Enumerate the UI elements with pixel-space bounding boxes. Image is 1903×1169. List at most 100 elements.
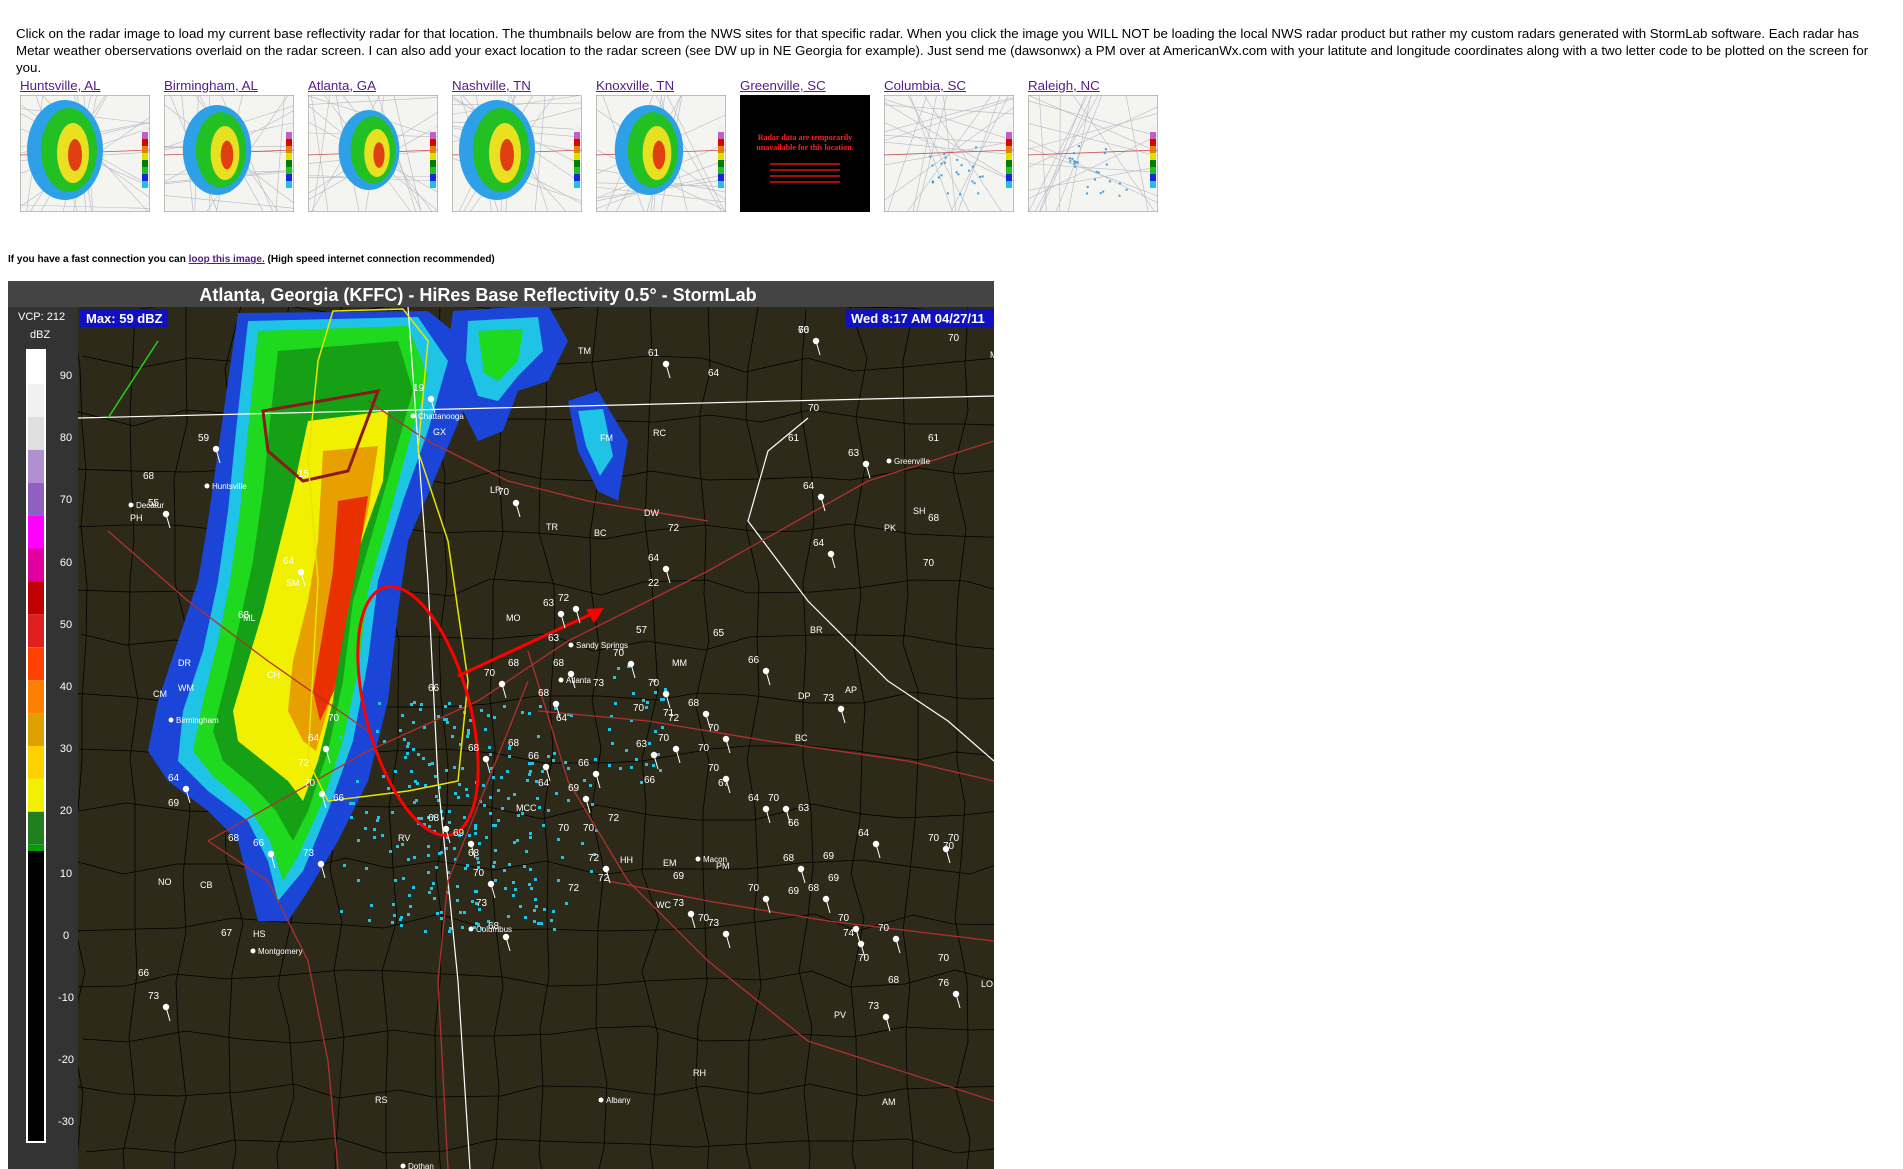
- echo-speck: [514, 888, 517, 891]
- echo-speck: [614, 702, 617, 705]
- echo-speck: [492, 776, 495, 779]
- echo-speck: [553, 752, 556, 755]
- thumbnail-link[interactable]: Columbia, SC: [884, 78, 1015, 93]
- thumbnail-link[interactable]: Raleigh, NC: [1028, 78, 1159, 93]
- thumbnail-radar-image[interactable]: [452, 95, 582, 212]
- city-label: Albany: [606, 1096, 630, 1105]
- metar-value: 70: [798, 325, 810, 336]
- thumbnail-echo-speck: [1109, 180, 1111, 182]
- scale-tick-label: 90: [60, 370, 72, 382]
- thumbnail-radar-image[interactable]: [20, 95, 150, 212]
- thumbnail-scale-swatch: [286, 132, 292, 139]
- thumbnail-scale-swatch: [718, 125, 724, 132]
- thumbnail-echo-speck: [929, 156, 931, 158]
- echo-speck: [381, 834, 384, 837]
- thumbnail-radar-image[interactable]: [308, 95, 438, 212]
- main-radar-image[interactable]: Atlanta, Georgia (KFFC) - HiRes Base Ref…: [8, 281, 994, 1169]
- thumbnail-radar-image[interactable]: Radar data are temporarilyunavailable fo…: [740, 95, 870, 212]
- echo-speck: [389, 850, 392, 853]
- echo-speck: [420, 703, 423, 706]
- echo-speck: [463, 911, 466, 914]
- thumbnail-scale-swatch: [430, 125, 436, 132]
- echo-speck: [552, 910, 555, 913]
- thumbnail-link[interactable]: Atlanta, GA: [308, 78, 439, 93]
- metar-value: 70: [473, 868, 485, 879]
- metar-value: 73: [593, 678, 605, 689]
- echo-speck: [497, 819, 500, 822]
- echo-speck: [391, 811, 394, 814]
- echo-speck: [387, 787, 390, 790]
- thumbnail-scale-swatch: [142, 125, 148, 132]
- thumbnail-link[interactable]: Greenville, SC: [740, 78, 871, 93]
- metar-value: 70: [858, 953, 870, 964]
- echo-speck: [557, 838, 560, 841]
- echo-speck: [547, 809, 550, 812]
- scale-tick-label: -10: [58, 992, 74, 1004]
- thumbnail-radar-image[interactable]: [884, 95, 1014, 212]
- thumbnail-echo-speck: [1087, 186, 1089, 188]
- station-id: TR: [546, 522, 558, 532]
- thumbnail-radar-image[interactable]: [596, 95, 726, 212]
- echo-speck: [513, 793, 516, 796]
- echo-speck: [524, 916, 527, 919]
- echo-speck: [428, 825, 431, 828]
- echo-speck: [436, 912, 439, 915]
- echo-speck: [516, 839, 519, 842]
- metar-value: 70: [708, 763, 720, 774]
- echo-speck: [645, 706, 648, 709]
- metar-value: 72: [608, 813, 620, 824]
- scale-swatch: [28, 647, 44, 680]
- echo-speck: [488, 746, 491, 749]
- metar-value: 69: [788, 886, 800, 897]
- thumbnail-5: Greenville, SC Radar data are temporarily…: [740, 78, 871, 212]
- echo-speck: [594, 758, 597, 761]
- metar-value: 68: [538, 688, 550, 699]
- thumbnail-scale-swatch: [1006, 167, 1012, 174]
- metar-value: 68: [468, 743, 480, 754]
- thumbnail-radar-image[interactable]: [1028, 95, 1158, 212]
- thumbnail-scale-swatch: [1006, 174, 1012, 181]
- echo-speck: [410, 703, 413, 706]
- echo-speck: [547, 755, 550, 758]
- echo-speck: [513, 841, 516, 844]
- echo-speck: [608, 764, 611, 767]
- city-label: Atlanta: [566, 676, 591, 685]
- thumbnail-link[interactable]: Nashville, TN: [452, 78, 583, 93]
- city-dot: [469, 927, 474, 932]
- echo-speck: [519, 905, 522, 908]
- thumbnail-link[interactable]: Knoxville, TN: [596, 78, 727, 93]
- echo-speck: [526, 779, 529, 782]
- echo-speck: [404, 756, 407, 759]
- echo-speck: [448, 702, 451, 705]
- thumbnail-link[interactable]: Birmingham, AL: [164, 78, 295, 93]
- scale-swatch: [28, 417, 44, 450]
- metar-value: 69: [823, 851, 835, 862]
- echo-speck: [407, 858, 410, 861]
- echo-speck: [440, 911, 443, 914]
- metar-value: 69: [673, 871, 685, 882]
- echo-speck: [483, 804, 486, 807]
- echo-speck: [419, 708, 422, 711]
- echo-speck: [368, 919, 371, 922]
- city-label: Montgomery: [258, 947, 302, 956]
- echo-speck: [356, 780, 359, 783]
- echo-speck: [376, 819, 379, 822]
- station-id: BC: [795, 733, 808, 743]
- thumbnail-echo-speck: [947, 192, 949, 194]
- echo-speck: [461, 767, 464, 770]
- echo-speck: [420, 817, 423, 820]
- thumbnail-echo-speck: [1074, 166, 1076, 168]
- thumbnail-radar-image[interactable]: [164, 95, 294, 212]
- echo-speck: [365, 811, 368, 814]
- metar-value: 15: [298, 469, 310, 480]
- metar-value: 74: [843, 928, 855, 939]
- thumbnail-link[interactable]: Huntsville, AL: [20, 78, 151, 93]
- echo-speck: [528, 773, 531, 776]
- thumbnail-scale-swatch: [1150, 181, 1156, 188]
- loop-image-link[interactable]: loop this image.: [189, 254, 265, 265]
- echo-speck: [542, 824, 545, 827]
- echo-speck: [437, 715, 440, 718]
- thumbnail-echo-speck: [1094, 179, 1096, 181]
- echo-speck: [543, 908, 546, 911]
- echo-speck: [364, 827, 367, 830]
